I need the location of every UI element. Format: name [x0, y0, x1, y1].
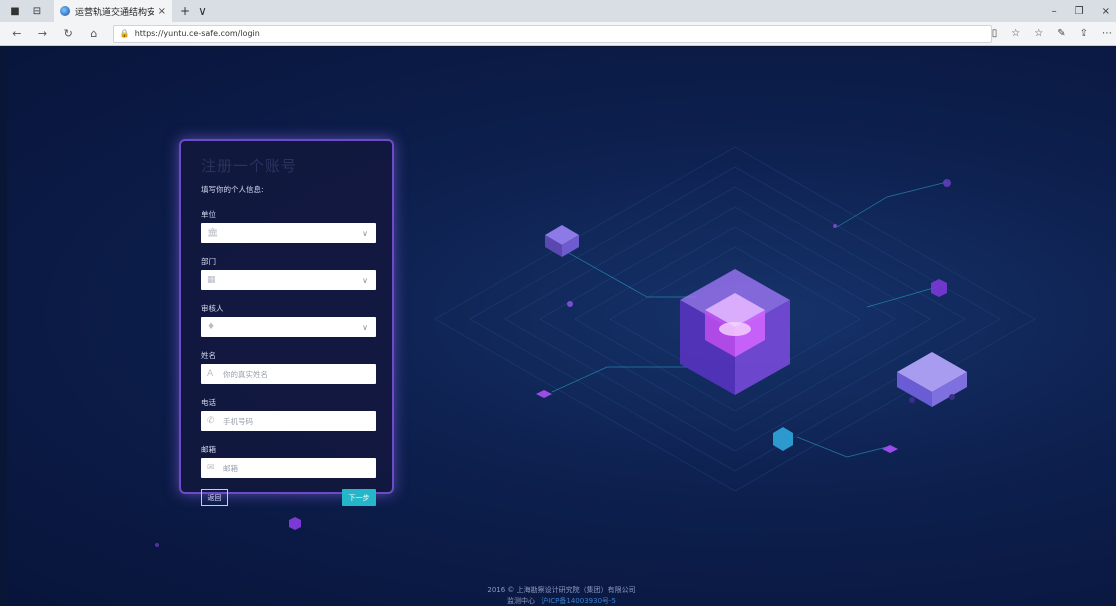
tab-actions-icon[interactable]: ⊟ — [30, 4, 44, 18]
unit-select[interactable]: 🏛 ∨ — [201, 223, 376, 243]
refresh-icon[interactable]: ↻ — [59, 27, 77, 40]
new-tab-button[interactable]: + — [180, 4, 190, 18]
department-label: 部门 — [201, 257, 216, 266]
department-select[interactable]: ▦ ∨ — [201, 270, 376, 290]
card-subtitle: 填写你的个人信息: — [201, 185, 264, 194]
address-bar: ← → ↻ ⌂ 🔒 https://yuntu.ce-safe.com/logi… — [0, 22, 1116, 46]
phone-label: 电话 — [201, 398, 216, 407]
unit-label: 单位 — [201, 210, 216, 219]
browser-tab[interactable]: 运营轨道交通结构安全 × — [54, 0, 172, 22]
form-actions: 返回 下一步 — [201, 489, 376, 506]
minimize-button[interactable]: – — [1052, 6, 1057, 17]
login-page: 注册一个账号 填写你的个人信息: 单位 🏛 ∨ 部门 ▦ ∨ 审核人 ♦ ∨ 姓… — [7, 47, 1116, 606]
reviewer-select[interactable]: ♦ ∨ — [201, 317, 376, 337]
home-icon[interactable]: ⌂ — [85, 27, 103, 40]
favorite-star-icon[interactable]: ☆ — [1011, 28, 1020, 39]
background-illustration — [155, 146, 1036, 547]
reading-view-icon[interactable]: ▯ — [992, 28, 998, 39]
back-button[interactable]: 返回 — [201, 489, 228, 506]
close-window-button[interactable]: × — [1102, 6, 1110, 17]
department-icon: ▦ — [207, 275, 216, 285]
name-label: 姓名 — [201, 351, 216, 360]
building-icon: 🏛 — [207, 228, 219, 238]
tab-close-icon[interactable]: × — [158, 6, 166, 17]
person-icon: A — [207, 369, 214, 379]
browser-toolbar: ▯ ☆ ☆ ✎ ⇪ ⋯ — [992, 28, 1112, 39]
tab-list-button[interactable]: ∨ — [198, 4, 207, 18]
back-arrow-icon[interactable]: ← — [8, 27, 26, 40]
reviewer-label: 审核人 — [201, 304, 224, 313]
email-input[interactable]: ✉ 邮箱 — [201, 458, 376, 478]
monitoring-center-link[interactable]: 监测中心 — [507, 597, 535, 605]
next-step-button[interactable]: 下一步 — [342, 489, 376, 506]
more-icon[interactable]: ⋯ — [1102, 28, 1112, 39]
phone-input[interactable]: ✆ 手机号码 — [201, 411, 376, 431]
forward-arrow-icon[interactable]: → — [34, 27, 52, 40]
reviewer-icon: ♦ — [207, 322, 216, 332]
url-field[interactable]: 🔒 https://yuntu.ce-safe.com/login — [112, 24, 992, 43]
chevron-down-icon: ∨ — [362, 228, 368, 238]
maximize-button[interactable]: ❐ — [1075, 6, 1084, 17]
mail-icon: ✉ — [207, 463, 215, 473]
tab-title: 运营轨道交通结构安全 — [75, 7, 154, 18]
url-text: https://yuntu.ce-safe.com/login — [134, 29, 260, 38]
pen-icon[interactable]: ✎ — [1057, 28, 1065, 39]
chevron-down-icon: ∨ — [362, 275, 368, 285]
phone-icon: ✆ — [207, 416, 215, 426]
browser-tab-bar: ■ ⊟ 运营轨道交通结构安全 × + ∨ – ❐ × — [0, 0, 1116, 22]
window-menu-icon[interactable]: ■ — [8, 4, 22, 18]
footer-links: 监测中心 沪ICP备14003930号-5 — [7, 596, 1116, 606]
share-icon[interactable]: ⇪ — [1080, 28, 1088, 39]
site-favicon-icon — [60, 6, 70, 16]
favorites-list-icon[interactable]: ☆ — [1034, 28, 1043, 39]
chevron-down-icon: ∨ — [362, 322, 368, 332]
window-controls: – ❐ × — [1052, 0, 1110, 22]
email-label: 邮箱 — [201, 445, 216, 454]
card-title: 注册一个账号 — [201, 157, 298, 175]
register-card: 注册一个账号 填写你的个人信息: 单位 🏛 ∨ 部门 ▦ ∨ 审核人 ♦ ∨ 姓… — [179, 139, 394, 506]
name-input[interactable]: A 你的真实姓名 — [201, 364, 376, 384]
lock-icon: 🔒 — [119, 29, 130, 38]
icp-link[interactable]: 沪ICP备14003930号-5 — [541, 597, 616, 605]
copyright-text: 2016 © 上海勘察设计研究院（集团）有限公司 — [487, 586, 636, 594]
